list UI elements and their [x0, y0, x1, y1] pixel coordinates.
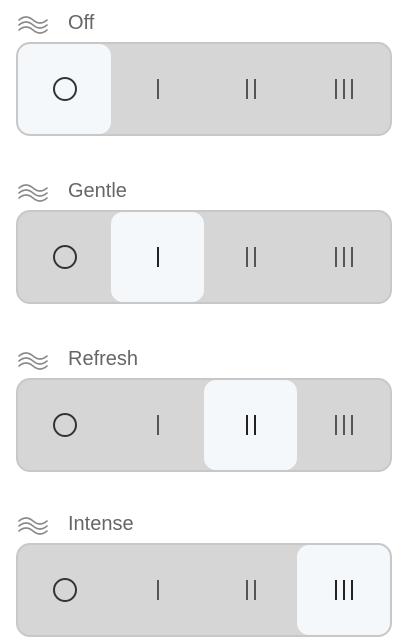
wind-icon [18, 180, 48, 202]
level-2-bars-icon [245, 580, 256, 600]
level-1-bars-icon [156, 415, 159, 435]
level-3-bars-icon [334, 247, 353, 267]
mode-label-row: Gentle [16, 174, 392, 208]
level-1-bars-icon [156, 247, 159, 267]
mode-label: Off [68, 11, 95, 34]
segment-level-3[interactable] [297, 212, 390, 302]
fan-mode-group-off: Off [16, 6, 392, 136]
off-circle-icon [52, 578, 77, 602]
segment-level-2[interactable] [204, 212, 297, 302]
segment-off[interactable] [18, 380, 111, 470]
fan-speed-selector [16, 210, 392, 304]
level-1-bars-icon [156, 79, 159, 99]
mode-label: Intense [68, 512, 134, 535]
wind-icon [18, 348, 48, 370]
level-3-bars-icon [334, 580, 353, 600]
segment-level-2[interactable] [204, 545, 297, 635]
segment-level-3[interactable] [297, 44, 390, 134]
level-3-bars-icon [334, 415, 353, 435]
segment-level-2[interactable] [204, 380, 297, 470]
segment-level-2[interactable] [204, 44, 297, 134]
wind-icon [18, 513, 48, 535]
mode-label-row: Refresh [16, 342, 392, 376]
wind-icon [18, 12, 48, 34]
segment-level-1[interactable] [111, 44, 204, 134]
segment-level-1[interactable] [111, 545, 204, 635]
mode-label-row: Off [16, 6, 392, 40]
level-2-bars-icon [245, 79, 256, 99]
off-circle-icon [52, 77, 77, 101]
mode-label: Gentle [68, 179, 127, 202]
segment-off[interactable] [18, 212, 111, 302]
segment-level-3[interactable] [297, 380, 390, 470]
level-3-bars-icon [334, 79, 353, 99]
mode-label-row: Intense [16, 507, 392, 541]
off-circle-icon [52, 245, 77, 269]
level-2-bars-icon [245, 415, 256, 435]
segment-level-1[interactable] [111, 380, 204, 470]
level-2-bars-icon [245, 247, 256, 267]
segment-off[interactable] [18, 44, 111, 134]
off-circle-icon [52, 413, 77, 437]
segment-off[interactable] [18, 545, 111, 635]
fan-speed-selector [16, 42, 392, 136]
fan-mode-group-refresh: Refresh [16, 342, 392, 472]
fan-speed-selector [16, 543, 392, 637]
fan-speed-selector [16, 378, 392, 472]
fan-mode-group-gentle: Gentle [16, 174, 392, 304]
level-1-bars-icon [156, 580, 159, 600]
segment-level-3[interactable] [297, 545, 390, 635]
segment-level-1[interactable] [111, 212, 204, 302]
fan-mode-group-intense: Intense [16, 507, 392, 637]
mode-label: Refresh [68, 347, 139, 370]
